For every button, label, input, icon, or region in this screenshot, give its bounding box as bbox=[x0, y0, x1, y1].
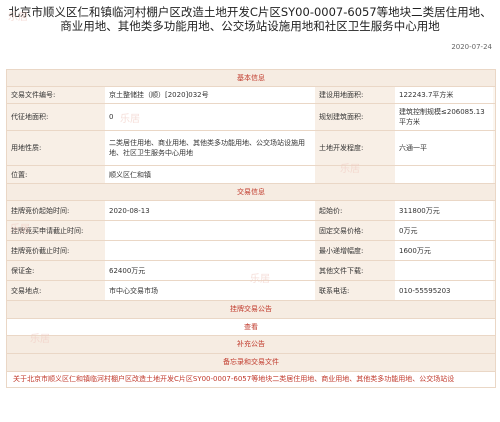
field-label: 联系电话: bbox=[315, 281, 395, 300]
field-value: 二类居住用地、商业用地、其他类多功能用地、公交场站设施用地、社区卫生服务中心用地 bbox=[105, 131, 315, 165]
field-value bbox=[105, 241, 315, 260]
table-row: 代征地面积: 0 规划建筑面积: 建筑控制规模≤206085.13平方米 bbox=[7, 104, 495, 131]
field-label: 位置: bbox=[7, 166, 105, 183]
field-label: 起始价: bbox=[315, 201, 395, 220]
field-label: 固定交易价格: bbox=[315, 221, 395, 240]
table-row: 用地性质: 二类居住用地、商业用地、其他类多功能用地、公交场站设施用地、社区卫生… bbox=[7, 131, 495, 166]
table-row: 挂牌竞价截止时间: 最小递增幅度: 1600万元 bbox=[7, 241, 495, 261]
field-value: 顺义区仁和镇 bbox=[105, 166, 315, 183]
supplement-link[interactable]: 补充公告 bbox=[7, 336, 495, 354]
field-value bbox=[105, 221, 315, 240]
field-label: 挂牌竞买申请截止时间: bbox=[7, 221, 105, 240]
field-value: 62400万元 bbox=[105, 261, 315, 280]
field-label bbox=[315, 166, 395, 183]
field-label: 其他文件下载: bbox=[315, 261, 395, 280]
field-value: 122243.7平方米 bbox=[395, 87, 493, 103]
table-row: 交易文件编号: 京土整储挂（顺）[2020]032号 建设用地面积: 12224… bbox=[7, 87, 495, 104]
field-value: 六通一平 bbox=[395, 131, 493, 165]
field-value: 京土整储挂（顺）[2020]032号 bbox=[105, 87, 315, 103]
field-label: 保证金: bbox=[7, 261, 105, 280]
field-value: 2020-08-13 bbox=[105, 201, 315, 220]
table-row: 位置: 顺义区仁和镇 bbox=[7, 166, 495, 184]
field-label: 最小递增幅度: bbox=[315, 241, 395, 260]
field-label: 建设用地面积: bbox=[315, 87, 395, 103]
field-value: 0 bbox=[105, 104, 315, 130]
field-label: 规划建筑面积: bbox=[315, 104, 395, 130]
publish-date: 2020-07-24 bbox=[451, 43, 492, 51]
field-label: 代征地面积: bbox=[7, 104, 105, 130]
table-row: 保证金: 62400万元 其他文件下载: bbox=[7, 261, 495, 281]
field-label: 交易文件编号: bbox=[7, 87, 105, 103]
page-title: 北京市顺义区仁和镇临河村棚户区改造土地开发C片区SY00-0007-6057等地… bbox=[8, 5, 492, 33]
view-link[interactable]: 查看 bbox=[7, 319, 495, 336]
field-value bbox=[395, 166, 493, 183]
section-trade-info: 交易信息 bbox=[7, 184, 495, 201]
table-row: 交易地点: 市中心交易市场 联系电话: 010-55595203 bbox=[7, 281, 495, 301]
field-label: 土地开发程度: bbox=[315, 131, 395, 165]
doc-file-link[interactable]: 关于北京市顺义区仁和镇临河村棚户区改造土地开发C片区SY00-0007-6057… bbox=[7, 372, 495, 387]
land-info-panel: 基本信息 交易文件编号: 京土整储挂（顺）[2020]032号 建设用地面积: … bbox=[6, 69, 496, 388]
table-row: 挂牌竞价起始时间: 2020-08-13 起始价: 311800万元 bbox=[7, 201, 495, 221]
field-value: 311800万元 bbox=[395, 201, 493, 220]
other-files-download[interactable] bbox=[395, 261, 493, 280]
field-value: 1600万元 bbox=[395, 241, 493, 260]
section-basic-info: 基本信息 bbox=[7, 70, 495, 87]
field-label: 挂牌竞价起始时间: bbox=[7, 201, 105, 220]
field-label: 挂牌竞价截止时间: bbox=[7, 241, 105, 260]
docs-header: 备忘录和交易文件 bbox=[7, 354, 495, 372]
announcement-link[interactable]: 挂牌交易公告 bbox=[7, 301, 495, 319]
table-row: 挂牌竞买申请截止时间: 固定交易价格: 0万元 bbox=[7, 221, 495, 241]
field-label: 用地性质: bbox=[7, 131, 105, 165]
field-value: 建筑控制规模≤206085.13平方米 bbox=[395, 104, 493, 130]
field-label: 交易地点: bbox=[7, 281, 105, 300]
field-value: 010-55595203 bbox=[395, 281, 493, 300]
field-value: 市中心交易市场 bbox=[105, 281, 315, 300]
field-value: 0万元 bbox=[395, 221, 493, 240]
